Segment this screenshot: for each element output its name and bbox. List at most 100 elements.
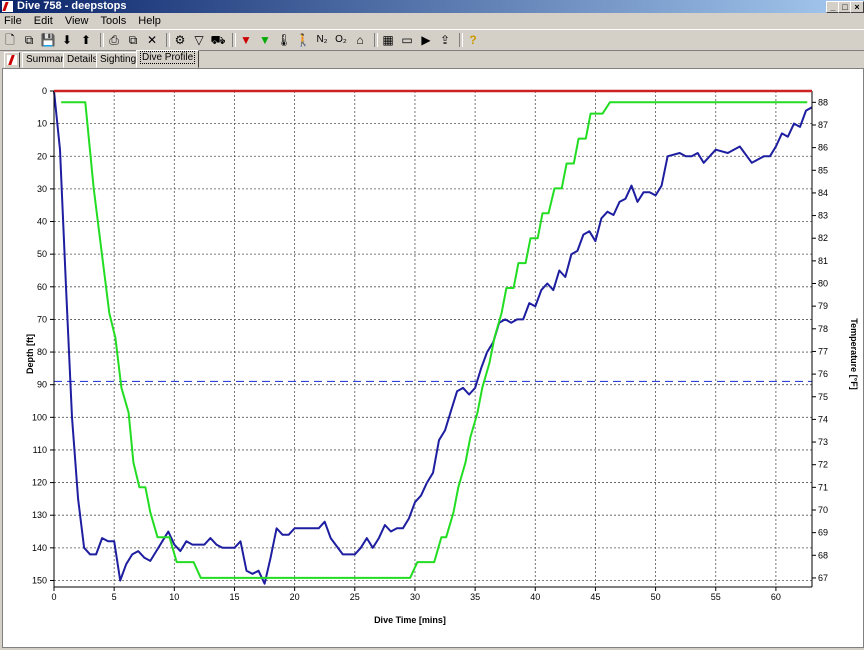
y2-tick-label: 69 (818, 528, 828, 538)
copy-page-icon[interactable]: ⧉ (125, 32, 141, 48)
delete-icon[interactable]: ✕ (144, 32, 160, 48)
y-tick-label: 30 (37, 184, 47, 194)
toolbar-separator (100, 33, 104, 47)
toolbar-separator (166, 33, 170, 47)
x-tick-label: 40 (530, 592, 540, 602)
depth-marker-green-icon[interactable]: ▼ (257, 32, 273, 48)
thermometer-icon[interactable]: 🌡 (276, 32, 292, 48)
nitrogen-icon[interactable]: N₂ (314, 32, 330, 48)
chart-axes: 0 5 10 15 20 25 30 35 40 45 50 55 60 0 10 20 30 40 50 60 70 8… (32, 86, 828, 602)
x-tick-label: 30 (410, 592, 420, 602)
y2-tick-label: 79 (818, 301, 828, 311)
y2-tick-label: 76 (818, 369, 828, 379)
copy-icon[interactable]: ⧉ (21, 32, 37, 48)
y2-tick-label: 73 (818, 437, 828, 447)
y-tick-label: 100 (32, 412, 47, 422)
app-icon (2, 1, 13, 12)
tab-sightings-label: Sightings (100, 54, 142, 65)
monitor-icon[interactable]: ▭ (399, 32, 415, 48)
grid-icon[interactable]: ▦ (380, 32, 396, 48)
menu-help[interactable]: Help (134, 13, 166, 27)
y2-tick-label: 67 (818, 573, 828, 583)
x-tick-label: 25 (350, 592, 360, 602)
toolbar-separator (459, 33, 463, 47)
y-tick-label: 40 (37, 217, 47, 227)
y2-tick-label: 74 (818, 414, 828, 424)
depth-marker-red-icon[interactable]: ▼ (238, 32, 254, 48)
x-tick-label: 45 (590, 592, 600, 602)
y-tick-label: 50 (37, 249, 47, 259)
tab-dive-profile[interactable]: Dive Profile (136, 50, 200, 68)
x-tick-label: 15 (229, 592, 239, 602)
x-tick-label: 20 (290, 592, 300, 602)
menu-tools[interactable]: Tools (97, 13, 132, 27)
y-tick-label: 140 (32, 543, 47, 553)
y-tick-label: 0 (42, 86, 47, 96)
y2-tick-label: 84 (818, 188, 828, 198)
y-tick-label: 10 (37, 119, 47, 129)
y2-tick-label: 72 (818, 460, 828, 470)
close-button[interactable]: × (850, 1, 864, 13)
dive-profile-chart: 0 5 10 15 20 25 30 35 40 45 50 55 60 0 10 20 30 40 50 60 70 8… (25, 86, 859, 625)
tab-dive-profile-label: Dive Profile (140, 51, 196, 64)
tab-details-label: Details (67, 54, 98, 65)
save-icon[interactable]: 💾 (40, 32, 56, 48)
y-tick-label: 60 (37, 282, 47, 292)
logo-icon (7, 55, 17, 65)
y-tick-label: 80 (37, 347, 47, 357)
menu-bar: File Edit View Tools Help (0, 13, 864, 29)
y-tick-label: 70 (37, 314, 47, 324)
menu-file[interactable]: File (0, 13, 27, 27)
window-title: Dive 758 - deepstops (17, 0, 127, 12)
chart-grid (54, 91, 812, 587)
toolbar-separator (232, 33, 236, 47)
export-icon[interactable]: ⇪ (437, 32, 453, 48)
x-tick-label: 5 (112, 592, 117, 602)
y2-tick-label: 68 (818, 550, 828, 560)
depth-series-line (53, 90, 813, 585)
x-tick-label: 0 (51, 592, 56, 602)
menu-view[interactable]: View (61, 13, 94, 27)
diver-icon[interactable]: 🚶 (295, 32, 311, 48)
play-icon[interactable]: ▶ (418, 32, 434, 48)
y-tick-label: 20 (37, 151, 47, 161)
chart-series (53, 90, 813, 585)
new-icon[interactable]: 🗋 (2, 32, 18, 48)
y-tick-label: 150 (32, 575, 47, 585)
y2-tick-label: 78 (818, 324, 828, 334)
x-tick-label: 55 (711, 592, 721, 602)
filter-icon[interactable]: ▽ (191, 32, 207, 48)
dive-profile-panel: 0 5 10 15 20 25 30 35 40 45 50 55 60 0 10 20 30 40 50 60 70 8… (2, 68, 864, 648)
y2-tick-label: 83 (818, 211, 828, 221)
y2-tick-label: 85 (818, 165, 828, 175)
y2-tick-label: 71 (818, 482, 828, 492)
menu-edit[interactable]: Edit (30, 13, 58, 27)
y2-tick-label: 81 (818, 256, 828, 266)
y-axis-label: Depth [ft] (25, 334, 35, 374)
y2-tick-label: 87 (818, 120, 828, 130)
print-icon[interactable]: ⎙ (106, 32, 122, 48)
help-icon[interactable]: ? (465, 32, 481, 48)
car-icon[interactable]: ⛟ (210, 32, 226, 48)
upload-icon[interactable]: ⬆ (78, 32, 94, 48)
y-tick-label: 130 (32, 510, 47, 520)
y-tick-label: 110 (33, 445, 47, 455)
y2-tick-label: 70 (818, 505, 828, 515)
x-tick-label: 50 (651, 592, 661, 602)
dive-computer-icon[interactable]: ⚙ (172, 32, 188, 48)
toolbar: 🗋 ⧉ 💾 ⬇ ⬆ ⎙ ⧉ ✕ ⚙ ▽ ⛟ ▼ ▼ 🌡 🚶 N₂ O₂ ⌂ ▦ ▭ ▶ ⇪? (0, 29, 864, 51)
toolbar-separator (374, 33, 378, 47)
temperature-series-line (61, 101, 808, 579)
title-bar: Dive 758 - deepstops _ □ × (0, 0, 864, 13)
x-tick-label: 60 (771, 592, 781, 602)
download-icon[interactable]: ⬇ (59, 32, 75, 48)
y2-tick-label: 88 (818, 97, 828, 107)
tank-icon[interactable]: ⌂ (352, 32, 368, 48)
y2-tick-label: 80 (818, 279, 828, 289)
oxygen-icon[interactable]: O₂ (333, 32, 349, 48)
x-tick-label: 10 (169, 592, 179, 602)
tab-logo[interactable] (4, 52, 20, 68)
y2-tick-label: 75 (818, 392, 828, 402)
y-tick-label: 120 (32, 478, 47, 488)
x-tick-label: 35 (470, 592, 480, 602)
